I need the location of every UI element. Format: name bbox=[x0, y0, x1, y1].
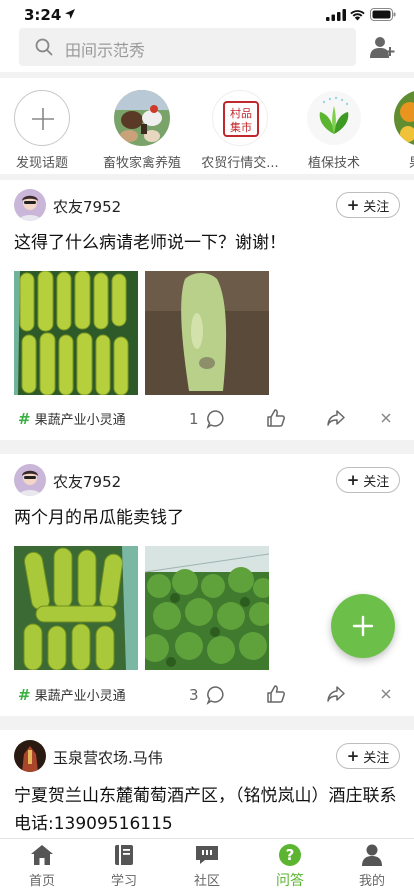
search-input[interactable]: 田间示范秀 bbox=[19, 28, 356, 66]
tab-label: 社区 bbox=[193, 874, 220, 889]
topic-tag[interactable]: # 果蔬产业小灵通 bbox=[18, 685, 126, 704]
comment-count: 3 bbox=[189, 686, 199, 704]
battery-icon bbox=[370, 8, 396, 21]
tab-community[interactable]: 社区 bbox=[166, 843, 248, 889]
plus-icon bbox=[352, 615, 374, 637]
follow-label: 关注 bbox=[363, 474, 390, 490]
topic-tag[interactable]: # 果蔬产业小灵通 bbox=[18, 409, 126, 428]
chat-icon bbox=[196, 846, 218, 864]
market-logo: 村品 集市 bbox=[212, 90, 268, 146]
comment-icon[interactable] bbox=[206, 685, 226, 705]
share-icon[interactable] bbox=[326, 684, 346, 704]
username[interactable]: 农友7952 bbox=[53, 196, 121, 217]
plus-icon: + bbox=[346, 470, 360, 489]
avatar[interactable] bbox=[14, 740, 46, 772]
tag-label: 果蔬产业小灵通 bbox=[34, 689, 126, 704]
hash-icon: # bbox=[18, 410, 31, 428]
person-icon bbox=[362, 844, 382, 866]
search-header: 田间示范秀 bbox=[0, 28, 414, 72]
search-placeholder: 田间示范秀 bbox=[65, 41, 146, 60]
app-screen: 3:24 田间示范秀 发现话题 畜牧家禽养殖 村品 集市 农贸行情交... 植保… bbox=[0, 0, 414, 896]
tab-qa[interactable]: ? 问答 bbox=[249, 843, 331, 890]
post-image[interactable] bbox=[14, 271, 138, 395]
close-icon[interactable] bbox=[377, 409, 395, 427]
share-icon[interactable] bbox=[326, 408, 346, 428]
status-time: 3:24 bbox=[24, 6, 62, 24]
bottom-tab-bar: 首页 学习 社区 ? 问答 我的 bbox=[0, 838, 414, 896]
post-image[interactable] bbox=[145, 546, 269, 670]
plus-icon: + bbox=[346, 195, 360, 214]
topic-livestock[interactable]: 畜牧家禽养殖 bbox=[94, 90, 190, 171]
wifi-icon bbox=[350, 10, 365, 21]
username[interactable]: 玉泉营农场.马伟 bbox=[53, 747, 163, 768]
tab-study[interactable]: 学习 bbox=[83, 843, 165, 889]
topic-strip: 发现话题 畜牧家禽养殖 村品 集市 农贸行情交... 植保技术 bbox=[0, 78, 414, 174]
fruit-topic-image bbox=[394, 90, 414, 146]
question-icon: ? bbox=[279, 844, 301, 866]
book-icon bbox=[115, 845, 133, 865]
post-text[interactable]: 这得了什么病请老师说一下？谢谢！ bbox=[14, 229, 400, 257]
tab-me[interactable]: 我的 bbox=[331, 843, 413, 889]
comment-count: 1 bbox=[189, 410, 199, 428]
plus-icon: + bbox=[346, 746, 360, 765]
username[interactable]: 农友7952 bbox=[53, 471, 121, 492]
tab-label: 学习 bbox=[110, 874, 137, 889]
post-card[interactable]: 农友7952 + 关注 这得了什么病请老师说一下？谢谢！ # 果蔬产业小灵通 1 bbox=[0, 180, 414, 440]
post-image[interactable] bbox=[14, 546, 138, 670]
plus-icon bbox=[32, 108, 54, 130]
follow-label: 关注 bbox=[363, 750, 390, 766]
add-topic-button[interactable] bbox=[14, 90, 70, 146]
new-question-button[interactable] bbox=[331, 594, 395, 658]
tab-label: 我的 bbox=[358, 874, 385, 889]
topic-market[interactable]: 村品 集市 农贸行情交... bbox=[192, 90, 288, 171]
close-icon[interactable] bbox=[377, 685, 395, 703]
topic-label: 发现话题 bbox=[15, 156, 68, 171]
topic-label: 农贸行情交... bbox=[201, 156, 279, 171]
topic-label: 果蔬 bbox=[374, 152, 414, 171]
follow-button[interactable]: + 关注 bbox=[336, 743, 400, 769]
post-text[interactable]: 宁夏贺兰山东麓葡萄酒产区，（铭悦岚山）酒庄联系电话:13909516115 bbox=[14, 782, 400, 838]
topic-plant-protection[interactable]: 植保技术 bbox=[286, 90, 382, 171]
topic-discover[interactable]: 发现话题 bbox=[0, 90, 90, 171]
home-icon bbox=[31, 845, 53, 865]
search-icon bbox=[35, 38, 53, 56]
follow-button[interactable]: + 关注 bbox=[336, 467, 400, 493]
market-logo-bottom: 集市 bbox=[230, 120, 252, 134]
tab-home[interactable]: 首页 bbox=[1, 843, 83, 889]
market-logo-top: 村品 bbox=[230, 106, 252, 120]
like-icon[interactable] bbox=[266, 408, 286, 428]
tag-label: 果蔬产业小灵通 bbox=[34, 413, 126, 428]
post-image[interactable] bbox=[145, 271, 269, 395]
avatar[interactable] bbox=[14, 464, 46, 496]
topic-fruit-veg[interactable]: 果蔬 bbox=[374, 90, 414, 171]
follow-label: 关注 bbox=[363, 199, 390, 215]
follow-button[interactable]: + 关注 bbox=[336, 192, 400, 218]
add-friend-icon[interactable] bbox=[370, 35, 396, 59]
post-card[interactable]: 玉泉营农场.马伟 + 关注 宁夏贺兰山东麓葡萄酒产区，（铭悦岚山）酒庄联系电话:… bbox=[0, 730, 414, 838]
livestock-topic-image bbox=[114, 90, 170, 146]
svg-text:?: ? bbox=[286, 846, 295, 864]
post-text[interactable]: 两个月的吊瓜能卖钱了 bbox=[14, 504, 400, 532]
signal-icon bbox=[326, 9, 346, 21]
location-arrow-icon bbox=[65, 9, 75, 19]
comment-icon[interactable] bbox=[206, 409, 226, 429]
topic-label: 畜牧家禽养殖 bbox=[102, 156, 181, 171]
hash-icon: # bbox=[18, 686, 31, 704]
like-icon[interactable] bbox=[266, 684, 286, 704]
plant-topic-image bbox=[306, 90, 362, 146]
tab-label: 首页 bbox=[28, 874, 55, 889]
avatar[interactable] bbox=[14, 189, 46, 221]
tab-label: 问答 bbox=[276, 873, 304, 889]
status-bar: 3:24 bbox=[0, 0, 414, 28]
post-card[interactable]: 农友7952 + 关注 两个月的吊瓜能卖钱了 # 果蔬产业小灵通 3 bbox=[0, 454, 414, 716]
topic-label: 植保技术 bbox=[307, 156, 360, 171]
